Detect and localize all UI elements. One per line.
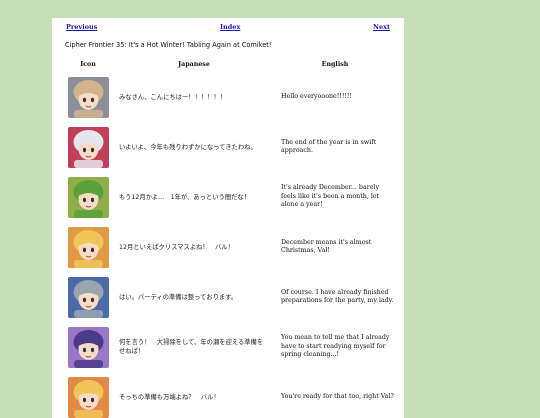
- japanese-text: みなさん、こんにちはー！！！！！！: [119, 93, 227, 101]
- table-row: もう12月かよ… 1年が、あっという間だな！ It's already Decem…: [63, 172, 395, 222]
- content-page: Previous Index Next Cipher Frontier 35: …: [52, 18, 404, 418]
- character-portrait-icon: [67, 326, 109, 368]
- japanese-column-header: Japanese: [178, 60, 210, 68]
- english-text: You mean to tell me that I already have …: [281, 334, 390, 359]
- icon-cell: [63, 222, 113, 272]
- dialogue-table: Icon Japanese English みなさん、こんにちはー！！！！！！ H…: [63, 56, 395, 418]
- english-text: Hello everyooone!!!!!!: [281, 92, 352, 100]
- japanese-text: もう12月かよ… 1年が、あっという間だな！: [119, 193, 251, 201]
- icon-cell: [63, 322, 113, 372]
- japanese-text: そっちの準備も万端よね？ バル！: [119, 393, 220, 401]
- character-portrait-icon: [67, 276, 109, 318]
- english-text: Of course. I have already finished prepa…: [281, 288, 394, 305]
- table-row: そっちの準備も万端よね？ バル！ You're ready for that to…: [63, 372, 395, 418]
- index-link[interactable]: Index: [220, 23, 240, 31]
- english-column-header: English: [321, 60, 349, 68]
- next-link[interactable]: Next: [373, 23, 390, 31]
- character-portrait-icon: [67, 176, 109, 218]
- table-row: いよいよ、今年も残りわずかになってきたわね。 The end of the yea…: [63, 122, 395, 172]
- table-row: みなさん、こんにちはー！！！！！！ Hello everyooone!!!!!!: [63, 72, 395, 122]
- nav-bar: Previous Index Next: [52, 18, 404, 38]
- table-row: 何を言う！ 大掃除をして、年の瀬を迎える準備をせねば！ You mean to t…: [63, 322, 395, 372]
- english-text: It's already December... barely feels li…: [281, 184, 380, 209]
- icon-cell: [63, 172, 113, 222]
- table-row: 12月といえばクリスマスよね！ バル！ December means it's a…: [63, 222, 395, 272]
- english-text: The end of the year is in swift approach…: [281, 138, 377, 155]
- japanese-text: 12月といえばクリスマスよね！ バル！: [119, 243, 234, 251]
- character-portrait-icon: [67, 226, 109, 268]
- english-text: You're ready for that too, right Val?: [281, 392, 394, 400]
- japanese-text: いよいよ、今年も残りわずかになってきたわね。: [119, 143, 257, 151]
- character-portrait-icon: [67, 376, 109, 418]
- previous-link[interactable]: Previous: [66, 23, 97, 31]
- english-text: December means it's almost Christmas, Va…: [281, 238, 372, 255]
- character-portrait-icon: [67, 126, 109, 168]
- icon-column-header: Icon: [80, 60, 96, 68]
- japanese-text: 何を言う！ 大掃除をして、年の瀬を迎える準備をせねば！: [119, 339, 264, 355]
- icon-cell: [63, 372, 113, 418]
- page-title: Cipher Frontier 35: It's a Hot Winter! T…: [65, 41, 272, 49]
- character-portrait-icon: [67, 76, 109, 118]
- icon-cell: [63, 272, 113, 322]
- table-row: はい。パーティの準備は整っております。 Of course. I have alr…: [63, 272, 395, 322]
- japanese-text: はい。パーティの準備は整っております。: [119, 293, 238, 301]
- icon-cell: [63, 122, 113, 172]
- icon-cell: [63, 72, 113, 122]
